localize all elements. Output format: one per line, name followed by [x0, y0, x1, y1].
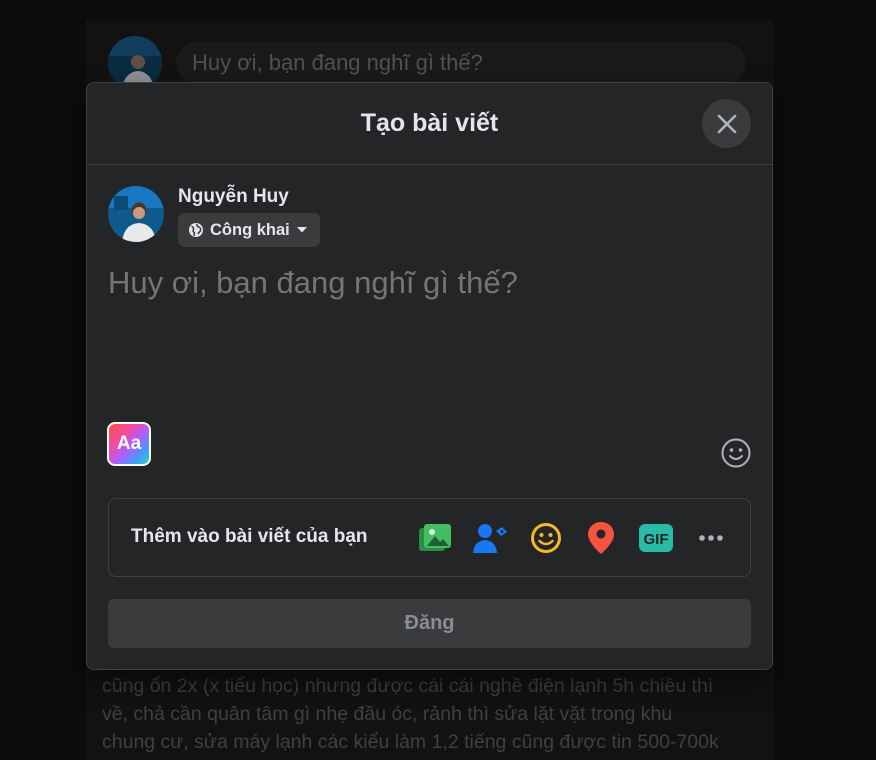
close-icon	[717, 114, 736, 133]
post-text-input[interactable]	[108, 265, 748, 301]
background-post-line: chung cư, sửa máy lạnh các kiểu làm 1,2 …	[102, 731, 719, 753]
background-style-button[interactable]: Aa	[107, 422, 151, 466]
background-post-line: về, chả cần quân tâm gì nhẹ đầu óc, rảnh…	[102, 703, 673, 725]
create-post-dialog: Tạo bài viết Nguyễn Huy Công khai Huy ơi…	[86, 82, 773, 670]
more-icon	[699, 535, 723, 541]
globe-icon	[189, 223, 203, 237]
dialog-header: Tạo bài viết	[87, 83, 772, 165]
background-post-line: cũng ổn 2x (x tiểu học) nhưng được cái c…	[102, 675, 714, 697]
check-in-button[interactable]	[582, 519, 620, 557]
dialog-title: Tạo bài viết	[360, 109, 499, 137]
photo-video-button[interactable]	[416, 519, 454, 557]
post-submit-button[interactable]: Đăng	[108, 599, 751, 648]
emoji-picker-icon[interactable]	[720, 437, 752, 469]
feeling-icon	[531, 523, 561, 553]
background-post-text: cũng ổn 2x (x tiểu học) nhưng được cái c…	[102, 672, 762, 756]
photo-video-icon	[419, 524, 451, 551]
gif-icon: GIF	[639, 524, 673, 552]
user-name[interactable]: Nguyễn Huy	[178, 186, 289, 208]
tag-people-icon	[473, 524, 507, 553]
privacy-selector[interactable]: Công khai	[178, 213, 320, 247]
tag-people-button[interactable]	[471, 519, 509, 557]
feeling-activity-button[interactable]	[527, 519, 565, 557]
close-button[interactable]	[702, 99, 751, 148]
check-in-icon	[588, 522, 614, 554]
background-composer-input: Huy ơi, bạn đang nghĩ gì thế?	[176, 42, 746, 84]
privacy-label: Công khai	[210, 220, 290, 239]
avatar[interactable]	[108, 186, 164, 242]
add-to-post-label: Thêm vào bài viết của bạn	[131, 526, 368, 547]
caret-down-icon	[296, 227, 307, 233]
more-options-button[interactable]	[692, 519, 730, 557]
background-style-label: Aa	[116, 433, 142, 454]
gif-button[interactable]: GIF	[637, 519, 675, 557]
add-to-post-bar: Thêm vào bài viết của bạn GIF	[108, 498, 751, 577]
svg-text:GIF: GIF	[644, 531, 669, 548]
